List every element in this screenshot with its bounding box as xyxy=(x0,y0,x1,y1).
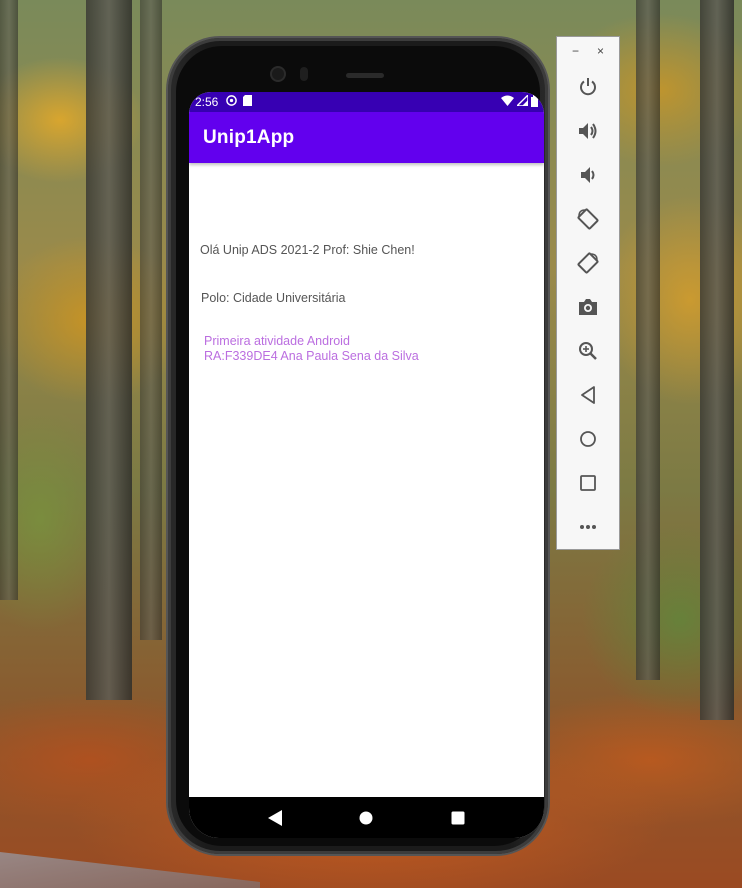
ra-line: RA:F339DE4 Ana Paula Sena da Silva xyxy=(204,349,419,363)
home-button[interactable] xyxy=(556,417,620,461)
phone-screen: 2:56 Unip1App Olá Unip ADS 2021-2 Prof: … xyxy=(189,92,544,838)
overview-icon xyxy=(580,475,596,491)
power-icon xyxy=(580,78,596,96)
front-camera xyxy=(272,68,284,80)
activity-line: Primeira atividade Android xyxy=(204,334,350,348)
back-button[interactable] xyxy=(556,373,620,417)
volume-down-button[interactable] xyxy=(556,153,620,197)
zoom-icon xyxy=(579,342,597,360)
phone-bezel: 2:56 Unip1App Olá Unip ADS 2021-2 Prof: … xyxy=(176,46,544,846)
power-button[interactable] xyxy=(556,65,620,109)
tree-trunk xyxy=(636,0,660,680)
rotate-right-button[interactable] xyxy=(556,241,620,285)
polo-text: Polo: Cidade Universitária xyxy=(201,291,346,305)
status-bar: 2:56 xyxy=(189,92,544,112)
camera-icon xyxy=(579,299,597,315)
nav-back-button[interactable] xyxy=(263,806,287,830)
rotate-right-icon xyxy=(577,252,599,274)
sd-card-icon xyxy=(243,95,253,109)
overview-button[interactable] xyxy=(556,461,620,505)
toolbar-window-controls: − × xyxy=(557,37,619,65)
emulator-toolbar: − × xyxy=(556,36,620,550)
tree-trunk xyxy=(140,0,162,640)
nav-overview-button[interactable] xyxy=(446,806,470,830)
more-icon xyxy=(580,525,596,529)
close-button[interactable]: × xyxy=(597,44,604,58)
more-button[interactable] xyxy=(556,505,620,549)
greeting-text: Olá Unip ADS 2021-2 Prof: Shie Chen! xyxy=(200,243,415,257)
back-triangle-icon xyxy=(267,809,282,826)
desktop-wallpaper: 2:56 Unip1App Olá Unip ADS 2021-2 Prof: … xyxy=(0,0,742,888)
wifi-icon xyxy=(501,95,514,109)
emulator-phone-frame: 2:56 Unip1App Olá Unip ADS 2021-2 Prof: … xyxy=(168,38,548,854)
proximity-sensor xyxy=(300,67,308,81)
nav-home-button[interactable] xyxy=(354,806,378,830)
screenshot-button[interactable] xyxy=(556,285,620,329)
tree-trunk xyxy=(700,0,734,720)
earpiece-speaker xyxy=(346,73,384,78)
minimize-button[interactable]: − xyxy=(572,44,579,58)
volume-down-icon xyxy=(581,167,595,183)
status-time: 2:56 xyxy=(195,95,219,109)
status-right-icons xyxy=(501,93,538,110)
tree-trunk xyxy=(86,0,132,700)
battery-icon xyxy=(531,94,538,110)
overview-square-icon xyxy=(451,811,465,824)
rotate-left-button[interactable] xyxy=(556,197,620,241)
home-circle-icon xyxy=(359,811,373,824)
tree-trunk xyxy=(0,0,18,600)
volume-up-icon xyxy=(579,123,597,139)
app-title: Unip1App xyxy=(203,126,295,148)
main-content: Olá Unip ADS 2021-2 Prof: Shie Chen! Pol… xyxy=(189,163,544,797)
rotate-left-icon xyxy=(577,208,599,230)
dnd-icon xyxy=(226,95,238,109)
app-bar: Unip1App xyxy=(189,112,544,163)
zoom-button[interactable] xyxy=(556,329,620,373)
navigation-bar xyxy=(189,797,544,838)
back-icon xyxy=(581,386,595,404)
student-info-text: Primeira atividade Android RA:F339DE4 An… xyxy=(204,334,419,364)
volume-up-button[interactable] xyxy=(556,109,620,153)
home-icon xyxy=(580,431,596,447)
signal-icon xyxy=(515,93,529,109)
